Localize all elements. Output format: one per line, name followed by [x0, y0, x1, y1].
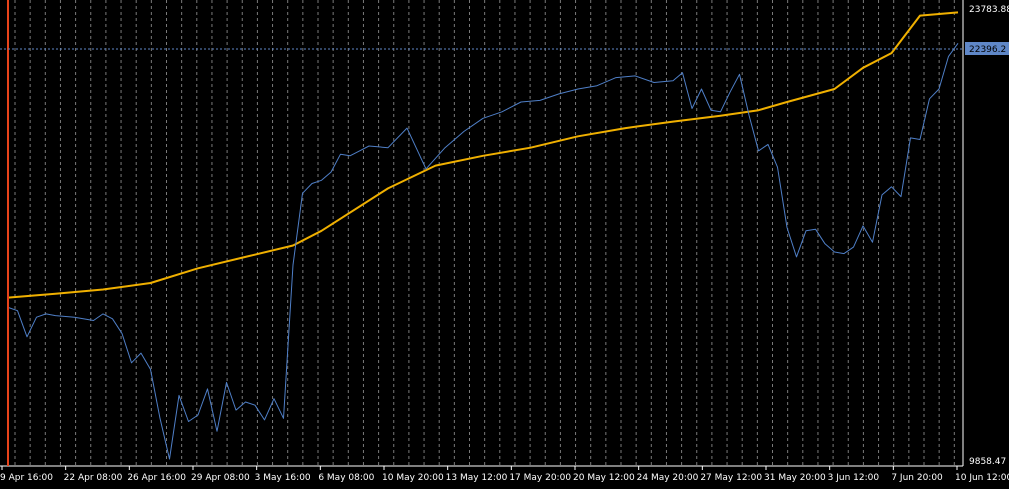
- series-layer: [7, 11, 959, 460]
- x-axis-tick-label: 10 Jun 12:00: [955, 473, 1009, 483]
- chart-frame: 23783.88 9858.47 22396.2 9 Apr 16:00 22 A…: [0, 0, 1009, 485]
- x-axis-tick-label: 7 Jun 20:00: [891, 473, 943, 483]
- x-axis-labels: 9 Apr 16:00 22 Apr 08:00 26 Apr 16:00 29 Ap…: [0, 466, 1009, 483]
- x-axis-tick-label: 27 May 12:00: [700, 473, 762, 483]
- equity-series-line: [7, 43, 959, 460]
- balance-series-line: [7, 11, 959, 299]
- x-axis-tick-label: 22 Apr 08:00: [64, 473, 123, 483]
- current-price-label: 22396.2: [969, 45, 1006, 55]
- y-axis-top-label: 23783.88: [969, 5, 1009, 15]
- x-axis-tick-label: 6 May 08:00: [318, 473, 374, 483]
- x-axis-tick-label: 20 May 12:00: [573, 473, 635, 483]
- y-axis-bottom-label: 9858.47: [969, 457, 1006, 467]
- x-axis-tick-label: 13 May 12:00: [446, 473, 508, 483]
- x-axis-tick-label: 17 May 20:00: [509, 473, 571, 483]
- x-axis-tick-label: 26 Apr 16:00: [127, 473, 186, 483]
- x-axis-tick-label: 9 Apr 16:00: [0, 473, 53, 483]
- x-axis-tick-label: 10 May 20:00: [382, 473, 444, 483]
- x-axis-tick-label: 24 May 20:00: [637, 473, 699, 483]
- x-axis-tick-label: 3 Jun 12:00: [828, 473, 880, 483]
- chart-svg: 23783.88 9858.47 22396.2 9 Apr 16:00 22 A…: [0, 0, 1009, 483]
- x-axis-tick-label: 31 May 20:00: [764, 473, 826, 483]
- x-axis-tick-label: 29 Apr 08:00: [191, 473, 250, 483]
- x-axis-tick-label: 3 May 16:00: [255, 473, 311, 483]
